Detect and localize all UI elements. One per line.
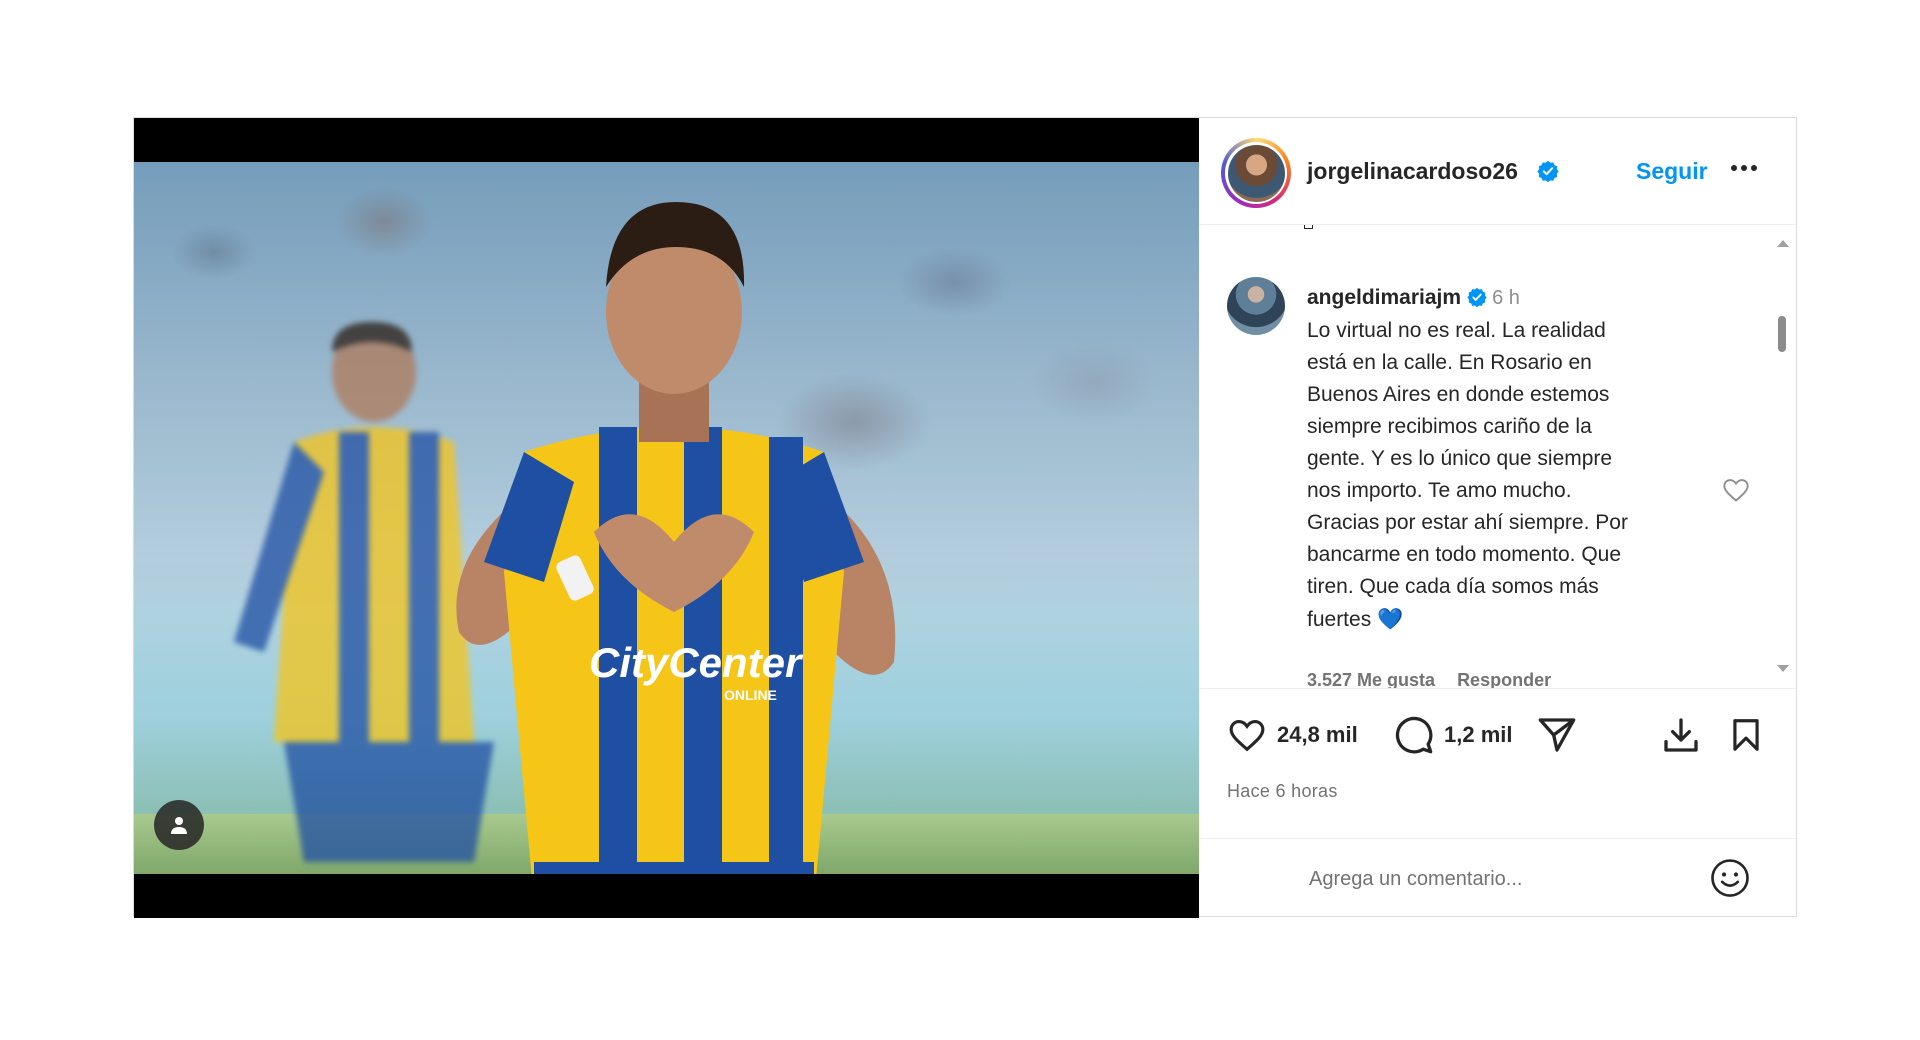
user-tag-button[interactable]: [154, 800, 204, 850]
comment-like-heart-icon[interactable]: [1722, 476, 1750, 504]
comment-username[interactable]: angeldimariajm: [1307, 286, 1461, 309]
post-actions: 24,8 mil 1,2 mil Hace 6 horas: [1199, 688, 1796, 839]
post-sidebar: jorgelinacardoso26 Seguir angeldimariajm: [1199, 118, 1796, 916]
send-paper-plane-icon: [1538, 718, 1576, 752]
author-avatar[interactable]: [1221, 138, 1291, 208]
comments-scrollbar[interactable]: [1774, 236, 1790, 676]
collapsed-marker: [1304, 225, 1313, 229]
verified-badge-icon: [1467, 287, 1487, 307]
comments-section[interactable]: angeldimariajm 6 h Lo virtual no es real…: [1199, 225, 1796, 688]
download-icon: [1664, 718, 1698, 752]
jersey-sponsor: CityCenter: [589, 639, 804, 686]
comment-text: Lo virtual no es real. La realidad está …: [1307, 315, 1707, 636]
more-options-button[interactable]: [1727, 151, 1761, 185]
post-photo: CityCenter ONLINE: [134, 162, 1199, 874]
like-button[interactable]: 24,8 mil: [1227, 713, 1358, 757]
comments-count: 1,2 mil: [1444, 722, 1513, 747]
post-timestamp[interactable]: Hace 6 horas: [1227, 781, 1338, 802]
scrollbar-thumb[interactable]: [1778, 316, 1786, 352]
follow-button[interactable]: Seguir: [1636, 158, 1708, 185]
more-options-icon: [1731, 165, 1757, 171]
share-button[interactable]: [1537, 713, 1577, 757]
scroll-down-arrow-icon[interactable]: [1777, 665, 1789, 672]
comment-input[interactable]: [1307, 861, 1691, 897]
comment-time[interactable]: 6 h: [1492, 287, 1520, 309]
comment-bubble-icon: [1395, 716, 1433, 754]
blue-heart-emoji: 💙: [1377, 607, 1404, 631]
comment-header: angeldimariajm 6 h: [1307, 285, 1520, 311]
person-tag-icon: [171, 817, 187, 834]
comment-button[interactable]: 1,2 mil: [1394, 713, 1512, 757]
comment-avatar[interactable]: [1227, 277, 1285, 335]
emoji-smiley-icon[interactable]: [1709, 857, 1751, 899]
heart-icon: [1229, 719, 1265, 752]
reply-button[interactable]: Responder: [1457, 670, 1551, 688]
instagram-post: CityCenter ONLINE jorgelinacardoso26 Seg…: [133, 117, 1797, 918]
add-comment-bar: [1199, 838, 1796, 917]
verified-badge-icon: [1537, 160, 1559, 182]
comment-meta: 3.527 Me gusta Responder: [1307, 670, 1573, 688]
download-button[interactable]: [1661, 713, 1701, 757]
jersey-sponsor-sub: ONLINE: [724, 687, 777, 703]
author-username[interactable]: jorgelinacardoso26: [1307, 158, 1518, 185]
save-button[interactable]: [1727, 713, 1765, 757]
bookmark-icon: [1733, 719, 1759, 751]
main-player: CityCenter ONLINE: [456, 202, 896, 874]
scroll-up-arrow-icon[interactable]: [1777, 240, 1789, 247]
profile-avatar: [1227, 144, 1285, 202]
post-media[interactable]: CityCenter ONLINE: [134, 118, 1199, 918]
likes-count: 24,8 mil: [1277, 722, 1358, 747]
comment-body: Lo virtual no es real. La realidad está …: [1307, 319, 1628, 631]
comment-likes[interactable]: 3.527 Me gusta: [1307, 670, 1435, 688]
post-header: jorgelinacardoso26 Seguir: [1199, 118, 1796, 225]
